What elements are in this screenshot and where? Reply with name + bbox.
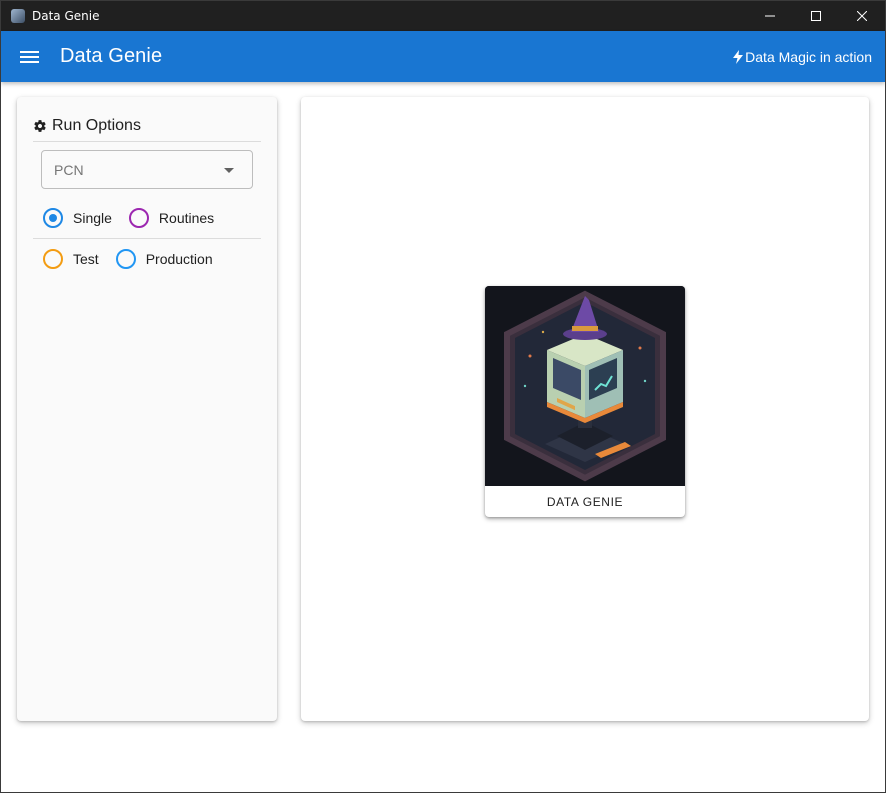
app-title: Data Genie bbox=[60, 45, 163, 67]
maximize-icon bbox=[811, 11, 821, 21]
select-value: PCN bbox=[54, 161, 84, 178]
chevron-down-icon bbox=[224, 168, 234, 173]
run-options-title: Run Options bbox=[52, 117, 141, 134]
tagline: Data Magic in action bbox=[732, 31, 872, 82]
radio-routines-indicator bbox=[128, 208, 149, 228]
header-divider bbox=[33, 141, 261, 142]
data-genie-artwork-icon bbox=[485, 286, 685, 486]
hamburger-menu-icon[interactable] bbox=[20, 48, 42, 66]
radio-test-indicator bbox=[43, 249, 63, 269]
radio-production-label: Production bbox=[145, 251, 213, 267]
radio-production[interactable]: Production bbox=[115, 249, 213, 269]
lightning-bolt-icon bbox=[732, 49, 744, 64]
close-icon bbox=[857, 11, 867, 21]
app-window: Data Genie Data Genie Data Magic in acti… bbox=[0, 0, 886, 793]
run-options-panel: Run Options PCN Single Routines Test Pro… bbox=[17, 97, 277, 721]
window-titlebar[interactable]: Data Genie bbox=[1, 1, 885, 31]
mode-radio-group: Single Routines bbox=[43, 208, 214, 228]
radio-test-label: Test bbox=[73, 251, 99, 267]
window-title: Data Genie bbox=[32, 9, 100, 23]
radio-production-indicator bbox=[115, 249, 136, 269]
card-caption: DATA GENIE bbox=[546, 494, 624, 509]
minimize-button[interactable] bbox=[747, 1, 793, 31]
radio-routines[interactable]: Routines bbox=[128, 208, 215, 228]
main-panel: DATA GENIE bbox=[301, 97, 869, 721]
data-genie-card[interactable]: DATA GENIE bbox=[485, 286, 685, 517]
env-radio-group: Test Production bbox=[43, 249, 213, 269]
gear-icon bbox=[33, 119, 47, 133]
run-options-header: Run Options bbox=[33, 117, 141, 135]
minimize-icon bbox=[765, 15, 775, 17]
window-controls bbox=[747, 1, 885, 31]
app-bar: Data Genie Data Magic in action bbox=[1, 31, 885, 82]
radio-single[interactable]: Single bbox=[43, 208, 112, 228]
pcn-select[interactable]: PCN bbox=[41, 150, 253, 189]
maximize-button[interactable] bbox=[793, 1, 839, 31]
radio-test[interactable]: Test bbox=[43, 249, 99, 269]
radio-routines-label: Routines bbox=[158, 210, 215, 226]
radio-single-indicator bbox=[43, 208, 63, 228]
radio-single-label: Single bbox=[73, 210, 112, 226]
app-icon bbox=[11, 9, 25, 23]
tagline-text: Data Magic in action bbox=[745, 48, 872, 65]
radio-divider bbox=[33, 238, 261, 239]
close-button[interactable] bbox=[839, 1, 885, 31]
